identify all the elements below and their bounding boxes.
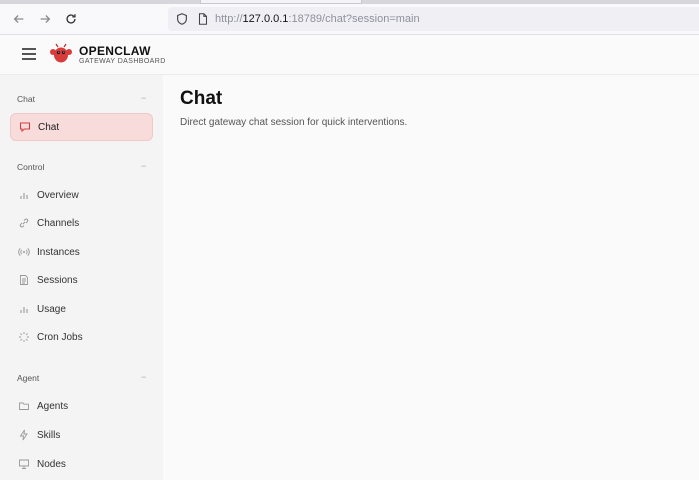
sidebar-item-label: Agents [37, 400, 69, 412]
message-icon [19, 121, 31, 133]
page-title: Chat [180, 88, 223, 109]
sidebar: Chat − Chat Control − Overview Channels … [0, 75, 163, 480]
url-prefix: http:// [215, 13, 243, 25]
collapse-agent-button[interactable]: − [141, 372, 146, 382]
zap-icon [18, 429, 30, 441]
browser-toolbar: http://127.0.0.1:18789/chat?session=main [0, 4, 699, 35]
sidebar-item-sessions[interactable]: Sessions [10, 266, 153, 294]
shield-icon[interactable] [175, 12, 189, 26]
sidebar-item-label: Cron Jobs [37, 331, 83, 343]
reload-icon [66, 14, 76, 24]
sidebar-item-cron-jobs[interactable]: Cron Jobs [10, 323, 153, 351]
sidebar-item-label: Instances [37, 246, 80, 258]
collapse-chat-button[interactable]: − [141, 93, 146, 103]
sidebar-item-usage[interactable]: Usage [10, 295, 153, 323]
bar-chart-icon [18, 189, 30, 201]
address-bar[interactable]: http://127.0.0.1:18789/chat?session=main [168, 7, 699, 31]
group-label-control: Control [17, 162, 45, 172]
menu-icon[interactable] [22, 48, 36, 60]
sidebar-item-agents[interactable]: Agents [10, 392, 153, 420]
loader-icon [18, 331, 30, 343]
sidebar-item-label: Nodes [37, 458, 66, 470]
forward-button[interactable] [37, 11, 53, 27]
sidebar-item-label: Skills [37, 429, 61, 441]
sidebar-item-nodes[interactable]: Nodes [10, 450, 153, 478]
sidebar-item-overview[interactable]: Overview [10, 181, 153, 209]
brand-subtitle: GATEWAY DASHBOARD [79, 58, 166, 65]
page-description: Direct gateway chat session for quick in… [180, 117, 408, 128]
sidebar-item-channels[interactable]: Channels [10, 209, 153, 237]
url-host: 127.0.0.1 [242, 13, 289, 25]
monitor-icon [18, 458, 30, 470]
folder-icon [18, 400, 30, 412]
link-icon [18, 217, 30, 229]
bar-chart-icon [18, 303, 30, 315]
document-icon [18, 274, 30, 286]
collapse-control-button[interactable]: − [141, 161, 146, 171]
page-icon[interactable] [196, 12, 210, 26]
brand-title: OPENCLAW [79, 44, 151, 58]
sidebar-item-label: Sessions [37, 274, 78, 286]
sidebar-item-label: Usage [37, 303, 66, 315]
sidebar-item-label: Chat [38, 121, 60, 133]
group-label-agent: Agent [17, 373, 40, 383]
sidebar-item-label: Overview [37, 189, 79, 201]
sidebar-item-skills[interactable]: Skills [10, 421, 153, 449]
group-label-chat: Chat [17, 94, 35, 104]
sidebar-item-label: Channels [37, 217, 80, 229]
arrow-left-icon [13, 15, 24, 23]
lobster-logo-icon [49, 43, 73, 65]
back-button[interactable] [11, 11, 27, 27]
radio-icon [18, 246, 30, 258]
main-content: Chat Direct gateway chat session for qui… [163, 75, 699, 480]
sidebar-item-chat[interactable]: Chat [10, 113, 153, 141]
sidebar-item-instances[interactable]: Instances [10, 238, 153, 266]
arrow-right-icon [40, 15, 51, 23]
app-header: OPENCLAW GATEWAY DASHBOARD [0, 35, 699, 75]
url-text[interactable]: http://127.0.0.1:18789/chat?session=main [215, 12, 420, 26]
reload-button[interactable] [63, 11, 79, 27]
url-path: :18789/chat?session=main [288, 13, 420, 25]
